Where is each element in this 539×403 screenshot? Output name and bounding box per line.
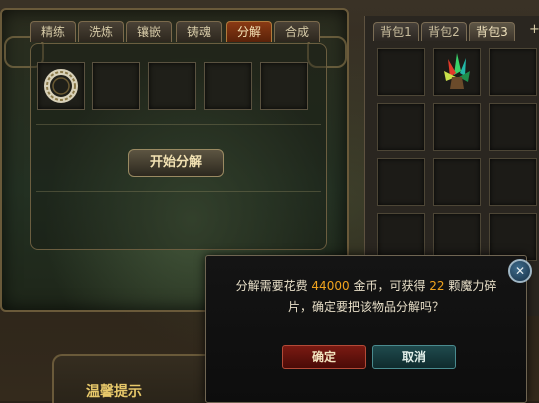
material-slot[interactable] <box>204 62 252 110</box>
ring-icon <box>44 69 78 103</box>
divider <box>36 191 321 192</box>
divider <box>36 124 321 125</box>
shard-count: 22 <box>429 279 445 293</box>
tab-soulcast[interactable]: 铸魂 <box>176 21 222 42</box>
material-slot[interactable] <box>92 62 140 110</box>
tip-title: 温馨提示 <box>86 384 142 400</box>
bag-slot[interactable] <box>489 103 537 151</box>
tab-combine[interactable]: 合成 <box>274 21 320 42</box>
start-decompose-button[interactable]: 开始分解 <box>128 149 224 177</box>
bag-slot[interactable] <box>433 103 481 151</box>
material-slot[interactable] <box>260 62 308 110</box>
tab-inlay[interactable]: 镶嵌 <box>126 21 172 42</box>
cancel-button[interactable]: 取消 <box>372 345 456 369</box>
bag-slot[interactable] <box>433 158 481 206</box>
message-line2: 片，确定要把该物品分解吗？ <box>287 300 444 314</box>
message-prefix: 分解需要花费 <box>235 279 308 293</box>
message-suffix: 颗魔力碎 <box>448 279 497 293</box>
tab-wash[interactable]: 洗炼 <box>78 21 124 42</box>
equip-slot[interactable] <box>37 62 85 110</box>
tab-decompose[interactable]: 分解 <box>226 21 272 42</box>
bag-slot[interactable] <box>489 158 537 206</box>
tab-refine[interactable]: 精练 <box>30 21 76 42</box>
bag-slot[interactable] <box>489 48 537 96</box>
crystal-cluster-icon <box>444 53 470 89</box>
bag-slot[interactable] <box>377 48 425 96</box>
gold-cost: 44000 <box>311 279 350 293</box>
bag-slot[interactable] <box>489 213 537 261</box>
confirm-button[interactable]: 确定 <box>282 345 366 369</box>
add-bag-icon[interactable]: + <box>529 22 539 37</box>
bag-slot[interactable] <box>377 103 425 151</box>
close-icon[interactable]: ✕ <box>508 259 532 283</box>
message-middle: 金币，可获得 <box>353 279 426 293</box>
confirm-dialog: 分解需要花费 44000 金币，可获得 22 颗魔力碎 片，确定要把该物品分解吗… <box>205 255 527 403</box>
dialog-message: 分解需要花费 44000 金币，可获得 22 颗魔力碎 片，确定要把该物品分解吗… <box>206 276 526 318</box>
bag-slot[interactable] <box>433 213 481 261</box>
bag-slot[interactable] <box>377 213 425 261</box>
bag-slot[interactable] <box>433 48 481 96</box>
bag-tab-1[interactable]: 背包1 <box>373 22 419 41</box>
material-slot[interactable] <box>148 62 196 110</box>
bag-tab-3[interactable]: 背包3 <box>469 22 515 41</box>
bag-slot[interactable] <box>377 158 425 206</box>
bag-tab-2[interactable]: 背包2 <box>421 22 467 41</box>
